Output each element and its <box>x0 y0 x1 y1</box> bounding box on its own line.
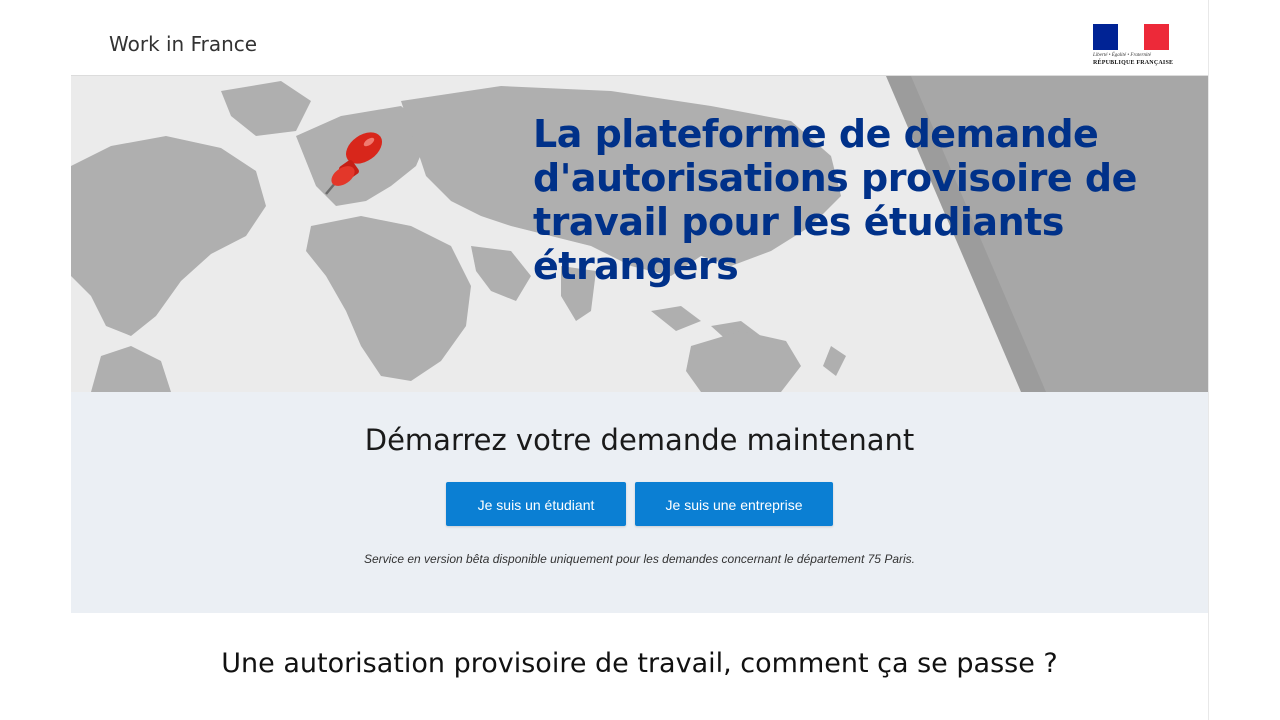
how-it-works-title: Une autorisation provisoire de travail, … <box>221 648 1058 679</box>
republique-francaise-logo[interactable]: Liberté • Égalité • Fraternité RÉPUBLIQU… <box>1093 24 1173 68</box>
logo-name: RÉPUBLIQUE FRANÇAISE <box>1093 60 1174 66</box>
site-title[interactable]: Work in France <box>109 32 257 56</box>
header: Work in France Liberté • Égalité • Frate… <box>71 0 1208 76</box>
start-request-title: Démarrez votre demande maintenant <box>364 423 915 457</box>
hero-title: La plateforme de demande d'autorisations… <box>533 112 1137 288</box>
hero-banner: La plateforme de demande d'autorisations… <box>71 76 1208 392</box>
page: Work in France Liberté • Égalité • Frate… <box>71 0 1209 720</box>
beta-notice: Service en version bêta disponible uniqu… <box>363 552 915 566</box>
company-button[interactable]: Je suis une entreprise <box>635 482 833 526</box>
french-flag-icon <box>1093 24 1169 50</box>
start-request-section: Démarrez votre demande maintenant Je sui… <box>71 392 1208 613</box>
logo-motto: Liberté • Égalité • Fraternité <box>1093 53 1151 58</box>
student-button[interactable]: Je suis un étudiant <box>446 482 626 526</box>
